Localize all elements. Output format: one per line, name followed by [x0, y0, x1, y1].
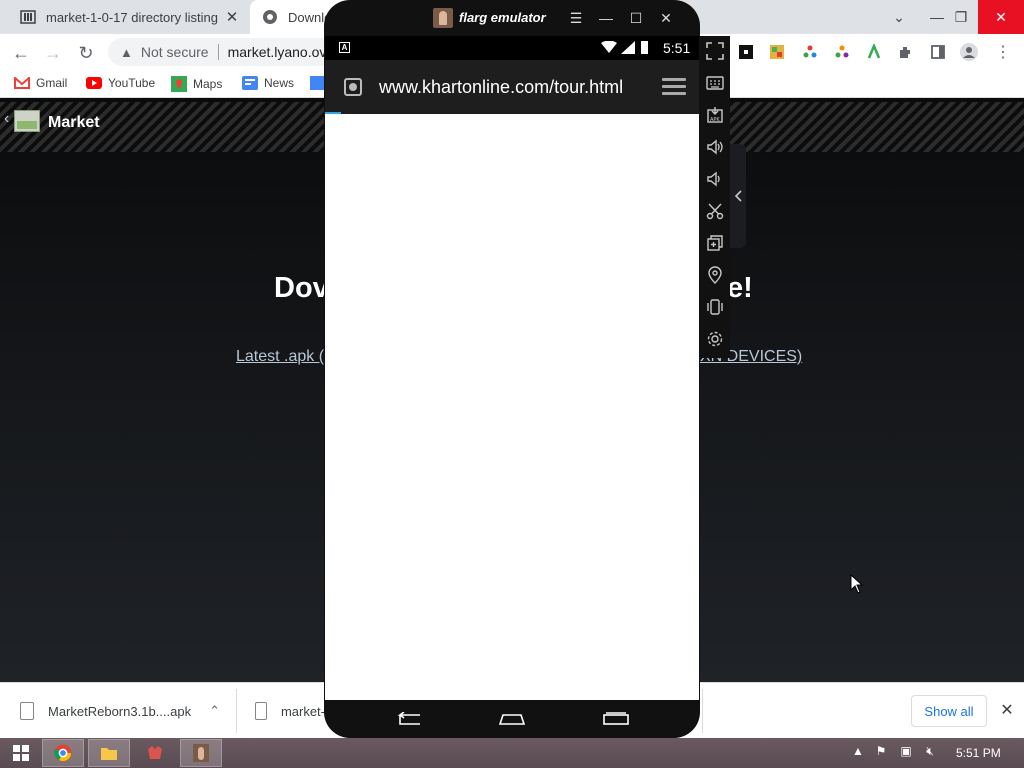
android-url-text[interactable]: www.khartonline.com/tour.html: [379, 77, 641, 98]
bookmark-youtube[interactable]: YouTube: [86, 76, 155, 90]
youtube-icon: [86, 77, 102, 89]
site-favicon-icon[interactable]: [344, 78, 362, 96]
menu-kebab-icon[interactable]: ⋮: [994, 43, 1012, 61]
extensions-icon[interactable]: [897, 43, 915, 61]
windows-taskbar: ▲ ⚑ ▣ 🔇︎ 5:51 PM: [0, 738, 1024, 768]
minimize-icon[interactable]: —: [926, 0, 948, 34]
tab-title: market-1-0-17 directory listing: [46, 9, 218, 25]
address-bar[interactable]: ▲ Not secure market.lyano.ov: [108, 38, 348, 66]
screenshot-scissors-icon[interactable]: [704, 200, 726, 222]
show-all-button[interactable]: Show all: [911, 695, 987, 727]
android-browser-viewport[interactable]: [325, 114, 699, 700]
mouse-cursor-icon: [850, 574, 864, 594]
close-icon[interactable]: ✕: [656, 8, 676, 28]
shake-icon[interactable]: [704, 296, 726, 318]
volume-up-icon[interactable]: [704, 136, 726, 158]
file-explorer-icon[interactable]: [88, 739, 130, 767]
settings-icon[interactable]: [704, 328, 726, 350]
back-arrow-icon[interactable]: ‹: [4, 110, 9, 128]
android-clock: 5:51: [663, 40, 691, 56]
back-icon[interactable]: ←: [8, 40, 34, 66]
globe-icon: [262, 9, 278, 25]
network-icon[interactable]: ▣: [898, 744, 914, 758]
action-center-flag-icon[interactable]: ⚑: [874, 744, 888, 758]
close-icon[interactable]: ✕: [996, 699, 1018, 721]
game-icon[interactable]: [134, 739, 176, 767]
bookmark-label: Maps: [193, 77, 223, 91]
security-label[interactable]: Not secure: [141, 44, 209, 60]
bookmark-label: News: [264, 76, 295, 90]
download-item[interactable]: MarketReborn3.1b....apk ⌃: [20, 683, 220, 739]
file-icon: [20, 702, 34, 720]
volume-muted-icon[interactable]: 🔇︎: [922, 744, 938, 759]
file-icon: [255, 702, 267, 720]
download-filename: MarketReborn3.1b....apk: [48, 703, 192, 719]
close-tab-icon[interactable]: ✕: [222, 8, 242, 26]
bookmark-news[interactable]: News: [242, 76, 294, 90]
tab-search-icon[interactable]: ⌄: [886, 0, 912, 34]
svg-text:APK: APK: [710, 117, 720, 123]
page-heading: Dov: [274, 272, 329, 304]
tab-directory-listing[interactable]: market-1-0-17 directory listing ✕: [8, 0, 248, 34]
volume-down-icon[interactable]: [704, 168, 726, 190]
tray-overflow-icon[interactable]: ▲: [852, 744, 864, 758]
forward-icon[interactable]: →: [40, 40, 66, 66]
bookmark-gmail[interactable]: Gmail: [14, 76, 67, 90]
notification-icon: A: [339, 42, 350, 53]
news-icon: [242, 76, 258, 90]
android-recents-icon[interactable]: [601, 710, 631, 728]
android-back-icon[interactable]: [393, 710, 423, 728]
site-name[interactable]: Market: [48, 114, 100, 132]
page-heading-tail: e!: [727, 272, 753, 304]
google-docs-icon: [310, 76, 324, 90]
maps-icon: [171, 76, 187, 92]
market-logo-icon: [14, 110, 40, 132]
bookmark-label: Gmail: [36, 76, 68, 90]
gmail-icon: [14, 77, 30, 89]
bookmark-label: YouTube: [108, 76, 156, 90]
warning-icon[interactable]: ▲: [120, 45, 133, 60]
profile-icon[interactable]: [960, 43, 978, 61]
minimize-icon[interactable]: —: [596, 8, 616, 28]
emulator-title: flarg emulator: [459, 10, 546, 25]
download-filename: market-: [280, 703, 325, 719]
signal-icons: [601, 41, 648, 54]
download-item[interactable]: market-: [255, 683, 325, 739]
dots-extension-icon[interactable]: [801, 43, 819, 61]
green-a-extension-icon[interactable]: [865, 43, 883, 61]
maximize-icon[interactable]: ☐: [626, 8, 646, 28]
android-home-icon[interactable]: [497, 710, 527, 728]
roblox-extension-icon[interactable]: [737, 43, 755, 61]
image-extension-icon[interactable]: [768, 43, 786, 61]
flarg-emulator-icon[interactable]: [180, 739, 222, 767]
flarg-logo-icon: [433, 8, 453, 28]
bookmark-partial[interactable]: [310, 76, 324, 90]
hamburger-menu-icon[interactable]: ☰: [566, 8, 586, 28]
bookmark-maps[interactable]: Maps: [171, 76, 222, 92]
divider: [702, 689, 703, 733]
start-icon[interactable]: [0, 739, 42, 767]
keyboard-icon[interactable]: [704, 72, 726, 94]
divider: [217, 44, 219, 60]
side-panel-icon[interactable]: [929, 43, 947, 61]
archive-icon: [20, 9, 36, 25]
collapse-sidebar-icon[interactable]: [730, 144, 746, 248]
multi-instance-icon[interactable]: [704, 232, 726, 254]
location-icon[interactable]: [704, 264, 726, 286]
dots-extension-2-icon[interactable]: [833, 43, 851, 61]
close-window-icon[interactable]: ✕: [978, 0, 1024, 34]
fullscreen-icon[interactable]: [704, 40, 726, 62]
tabs-menu-icon[interactable]: [662, 78, 686, 96]
chevron-up-icon[interactable]: ⌃: [209, 703, 220, 719]
divider: [236, 689, 237, 733]
system-clock[interactable]: 5:51 PM: [956, 746, 1001, 760]
download-apk-link[interactable]: Latest .apk (: [236, 348, 324, 366]
url-text[interactable]: market.lyano.ov: [228, 44, 327, 60]
install-apk-icon[interactable]: APK: [704, 104, 726, 126]
restore-icon[interactable]: ❐: [950, 0, 972, 34]
reload-icon[interactable]: ↻: [73, 40, 99, 66]
chrome-icon[interactable]: [42, 739, 84, 767]
